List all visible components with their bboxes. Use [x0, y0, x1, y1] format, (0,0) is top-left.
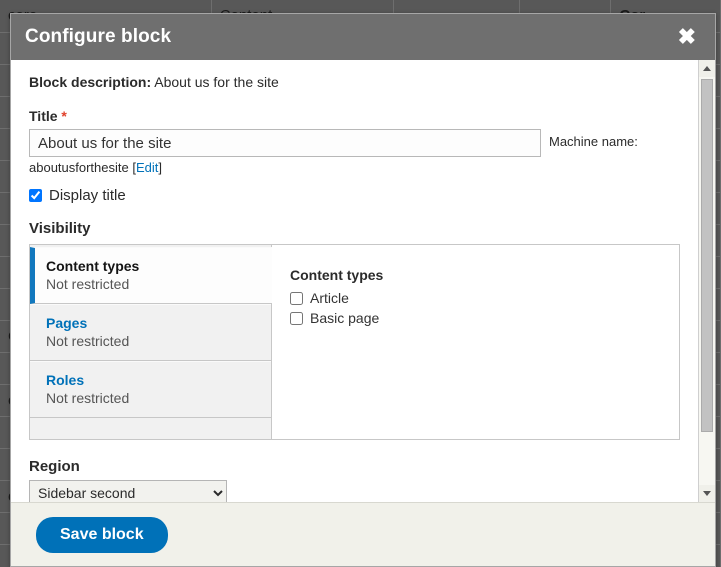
configure-block-form: Block description: About us for the site… [11, 60, 698, 502]
scroll-up-icon[interactable] [699, 60, 715, 77]
pane-heading: Content types [290, 267, 384, 283]
vertical-tab-pane: Content types Article Basic page [272, 245, 679, 439]
vertical-tab-pages[interactable]: Pages Not restricted [30, 304, 271, 361]
machine-name-bracket-close: ] [158, 160, 163, 175]
visibility-heading: Visibility [29, 220, 91, 237]
display-title-row: Display title [29, 187, 680, 204]
content-type-checkbox[interactable] [290, 311, 303, 325]
machine-name-row: aboutusforthesite [Edit] [29, 160, 680, 175]
configure-block-dialog: Configure block ✖ Block description: Abo… [10, 13, 716, 567]
vertical-tab-title[interactable]: Content types [46, 258, 260, 274]
scroll-down-icon[interactable] [699, 485, 715, 502]
close-icon[interactable]: ✖ [673, 24, 701, 50]
content-type-label[interactable]: Article [310, 290, 349, 306]
title-label-text: Title [29, 108, 58, 124]
vertical-tab-summary: Not restricted [46, 333, 130, 349]
content-type-label[interactable]: Basic page [310, 310, 379, 326]
save-block-button[interactable]: Save block [36, 516, 168, 553]
chevron-up-icon [703, 66, 711, 71]
vertical-tab-list: Content types Not restricted Pages Not rest… [30, 245, 272, 439]
dialog-footer: Save block [11, 502, 715, 566]
visibility-vertical-tabs: Content types Not restricted Pages Not rest… [29, 244, 680, 440]
display-title-checkbox[interactable] [29, 189, 42, 202]
dialog-scrollbar[interactable] [698, 60, 715, 502]
scrollbar-thumb[interactable] [701, 79, 713, 432]
vertical-tab-summary: Not restricted [46, 390, 130, 406]
title-input[interactable] [29, 129, 541, 157]
display-title-label[interactable]: Display title [49, 187, 126, 204]
block-description-label: Block description: [29, 74, 152, 90]
block-description: Block description: About us for the site [29, 74, 680, 90]
region-select[interactable]: Sidebar second [29, 480, 227, 502]
block-description-value: About us for the site [154, 74, 279, 90]
dialog-title: Configure block [25, 26, 172, 47]
title-field-row: Machine name: [29, 129, 680, 157]
vertical-tab-content-types[interactable]: Content types Not restricted [30, 247, 272, 304]
vertical-tab-title[interactable]: Pages [46, 315, 259, 331]
machine-name-edit-link[interactable]: Edit [136, 160, 158, 175]
content-type-checkbox[interactable] [290, 291, 303, 305]
dialog-titlebar: Configure block ✖ [11, 14, 715, 60]
machine-name-label: Machine name: [549, 134, 638, 149]
content-type-options: Article Basic page [290, 290, 679, 326]
content-type-option: Article [290, 290, 679, 306]
content-type-option: Basic page [290, 310, 679, 326]
chevron-down-icon [703, 491, 711, 496]
dialog-body: Block description: About us for the site… [11, 60, 715, 502]
vertical-tab-title[interactable]: Roles [46, 372, 259, 388]
title-field-label: Title * [29, 108, 680, 124]
vertical-tab-summary: Not restricted [46, 276, 130, 292]
required-marker: * [61, 108, 67, 124]
vertical-tab-roles[interactable]: Roles Not restricted [30, 361, 271, 418]
machine-name-value: aboutusforthesite [29, 160, 129, 175]
region-label: Region [29, 458, 80, 475]
